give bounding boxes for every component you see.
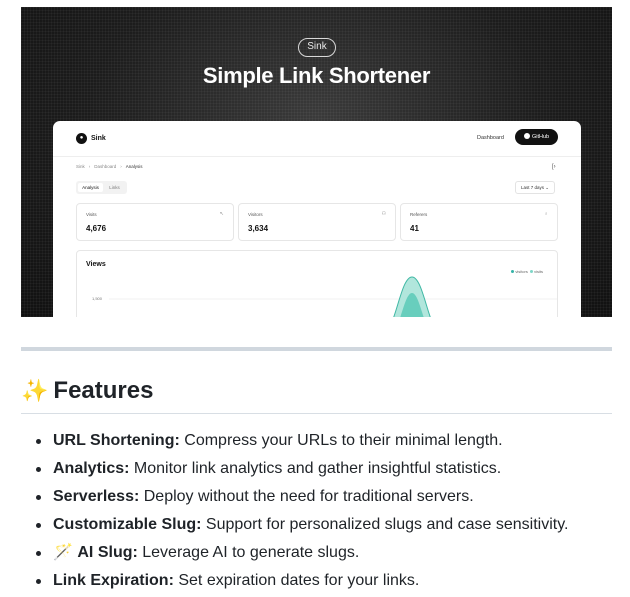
- feature-name: Serverless:: [53, 488, 140, 505]
- github-icon: [523, 133, 530, 139]
- hero-badge: Sink: [298, 38, 336, 57]
- date-range-value: Last 7 days: [520, 185, 544, 190]
- app-preview: ● Sink Dashboard GitHub Sink › Dashboard › A…: [53, 121, 581, 317]
- feature-description: Monitor link analytics and gather insigh…: [129, 460, 502, 477]
- feature-item-customizable-slug: Customizable Slug: Support for personali…: [36, 514, 613, 542]
- section-divider: [21, 347, 612, 351]
- area-visitors: [400, 293, 424, 317]
- nav-github-label: GitHub: [531, 134, 550, 140]
- views-area-chart: [109, 276, 557, 317]
- feature-name: Analytics:: [53, 460, 130, 477]
- app-logo-text: Sink: [91, 135, 106, 142]
- tab-analysis[interactable]: Analysis: [78, 183, 103, 192]
- sparkles-icon: ✨: [21, 378, 49, 403]
- feature-item-serverless: Serverless: Deploy without the need for …: [36, 486, 613, 514]
- pointer-icon: ↖: [219, 211, 224, 217]
- stat-label: Visits: [86, 212, 97, 217]
- breadcrumb-item-sink[interactable]: Sink: [76, 164, 85, 169]
- feature-description: Leverage AI to generate slugs.: [137, 544, 360, 561]
- chevron-down-icon: ⌄: [545, 185, 550, 190]
- feature-description: Deploy without the need for traditional …: [139, 488, 474, 505]
- features-heading-text: Features: [53, 377, 154, 404]
- feature-list: URL Shortening: Compress your URLs to th…: [36, 430, 613, 597]
- breadcrumb-item-dashboard[interactable]: Dashboard: [94, 164, 116, 169]
- logo-icon: ●: [76, 133, 87, 144]
- stat-value: 3,634: [248, 224, 269, 233]
- feature-description: Support for personalized slugs and case …: [201, 516, 569, 533]
- hero-title: Simple Link Shortener: [202, 63, 431, 88]
- magic-wand-icon: 🪄: [53, 544, 73, 561]
- stat-value: 4,676: [86, 224, 107, 233]
- feature-description: Compress your URLs to their minimal leng…: [179, 432, 503, 449]
- views-chart-card: Views visitors visits 1,500: [76, 250, 558, 317]
- stat-label: Referers: [410, 212, 428, 217]
- nav-dashboard-link[interactable]: Dashboard: [477, 134, 504, 143]
- stat-card-referers: Referers ♁ 41: [400, 203, 558, 241]
- stat-card-visits: Visits ↖ 4,676: [76, 203, 234, 241]
- feature-name: AI Slug:: [77, 544, 138, 561]
- logout-icon[interactable]: [›: [552, 163, 556, 171]
- feature-item-link-expiration: Link Expiration: Set expiration dates fo…: [36, 570, 613, 597]
- feature-name: Customizable Slug:: [53, 516, 202, 533]
- chevron-right-icon: ›: [88, 164, 91, 169]
- feature-item-url-shortening: URL Shortening: Compress your URLs to th…: [36, 430, 613, 458]
- hero-banner: Sink Simple Link Shortener ● Sink Dashbo…: [21, 7, 612, 317]
- feature-name: Link Expiration:: [53, 572, 174, 589]
- stat-card-visitors: Visitors ⚇ 3,634: [238, 203, 396, 241]
- stat-value: 41: [410, 224, 419, 233]
- feature-name: URL Shortening:: [53, 432, 180, 449]
- features-heading: ✨ Features: [21, 376, 612, 414]
- app-topbar: ● Sink Dashboard GitHub: [53, 121, 581, 157]
- breadcrumb: Sink › Dashboard › Analysis: [76, 163, 143, 171]
- stat-label: Visitors: [248, 212, 263, 217]
- date-range-select[interactable]: Last 7 days ⌄: [515, 181, 555, 194]
- breadcrumb-item-analysis: Analysis: [125, 164, 143, 169]
- view-tabs: Analysis Links: [76, 181, 127, 194]
- users-icon: ⚇: [381, 211, 386, 217]
- flame-icon: ♁: [544, 211, 548, 217]
- chevron-right-icon: ›: [120, 164, 122, 169]
- feature-item-ai-slug: 🪄 AI Slug: Leverage AI to generate slugs…: [36, 542, 613, 570]
- tab-links[interactable]: Links: [104, 183, 125, 192]
- feature-description: Set expiration dates for your links.: [173, 572, 420, 589]
- feature-item-analytics: Analytics: Monitor link analytics and ga…: [36, 458, 613, 486]
- nav-github-button[interactable]: GitHub: [515, 129, 558, 145]
